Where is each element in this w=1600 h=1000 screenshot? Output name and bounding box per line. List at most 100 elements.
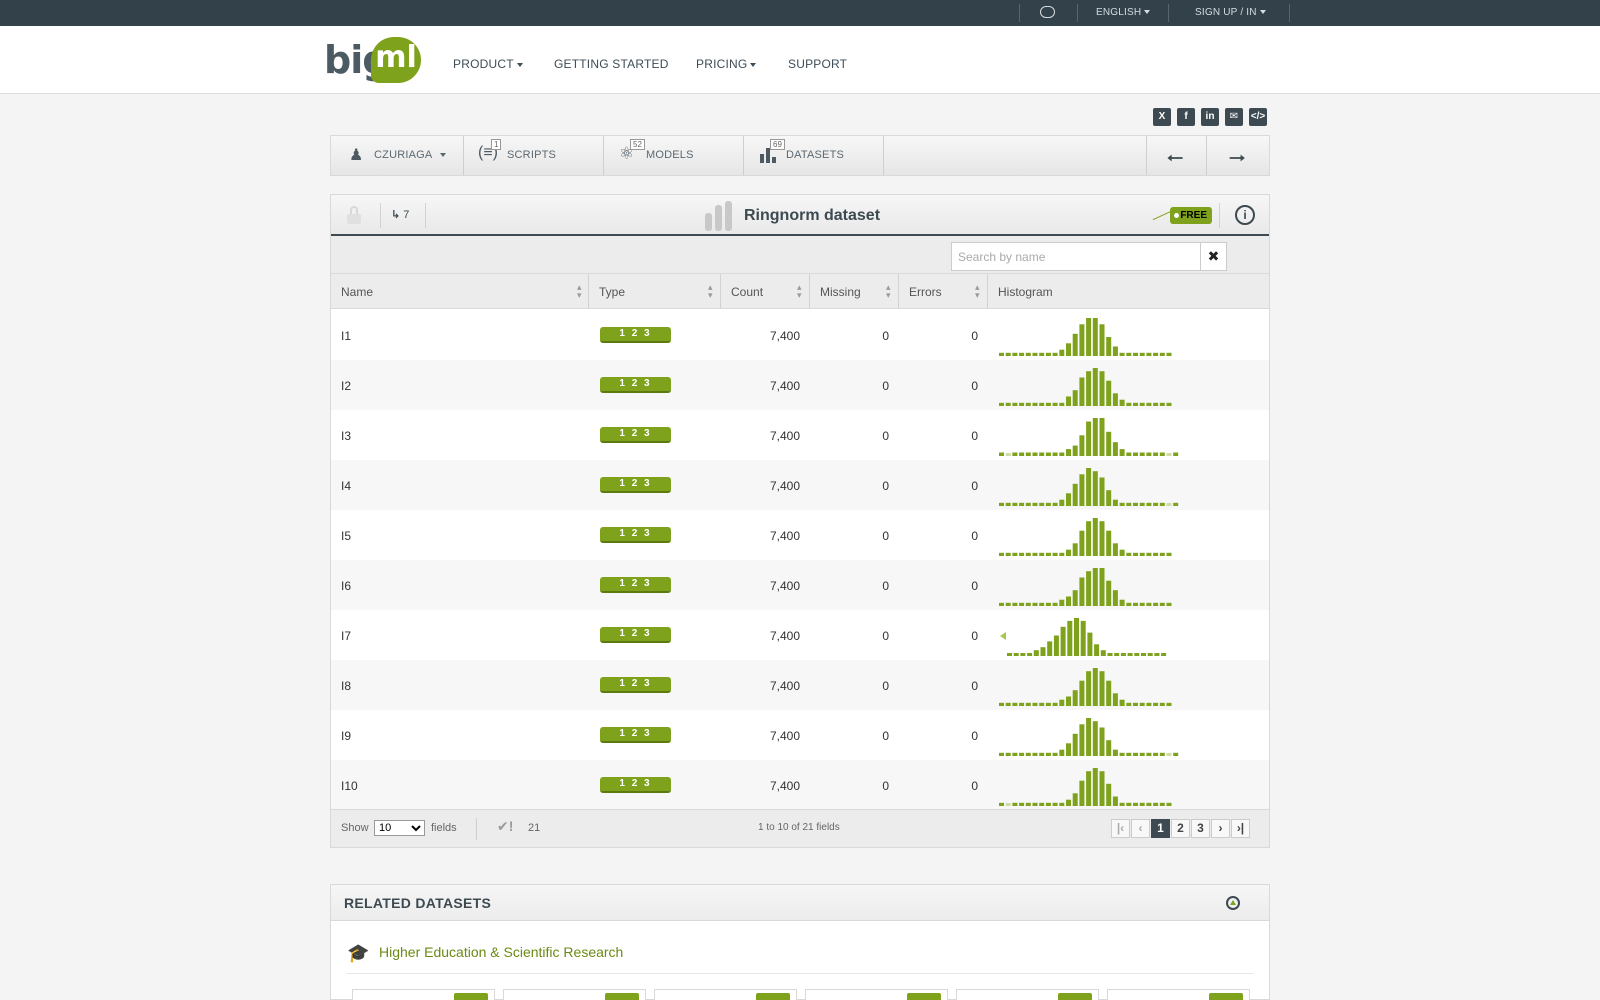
histogram-bar [1173,452,1179,456]
nav-pricing[interactable]: PRICING [696,57,757,71]
email-icon[interactable]: ✉ [1225,108,1243,126]
related-datasets-title: RELATED DATASETS [344,895,492,911]
previous-button[interactable]: 🠀 [1147,136,1206,175]
x-icon[interactable]: X [1153,108,1171,126]
histogram-bar [1027,653,1033,656]
histogram[interactable] [999,316,1179,356]
scripts-tab[interactable]: (≡) 1 SCRIPTS [464,136,603,175]
table-row[interactable]: I9 1 2 3 7,400 0 0 [331,710,1269,760]
histogram-bar [1092,471,1098,506]
facebook-icon[interactable]: f [1177,108,1195,126]
histogram-bar [1032,402,1038,406]
table-row[interactable]: I5 1 2 3 7,400 0 0 [331,510,1269,560]
histogram-bar [1106,380,1112,406]
histogram-bar [1059,349,1065,356]
histogram[interactable] [999,566,1179,606]
histogram[interactable] [999,616,1179,656]
histogram-bar [1019,802,1025,806]
clear-search-button[interactable]: ✖ [1200,242,1227,271]
clones-counter[interactable]: ↳ 7 [391,208,409,221]
table-row[interactable]: I3 1 2 3 7,400 0 0 [331,410,1269,460]
histogram[interactable] [999,766,1179,806]
sort-icon[interactable]: ▴ ▾ [577,283,582,300]
histogram-chart [999,718,1179,756]
next-page-button[interactable]: › [1211,819,1230,838]
language-menu[interactable]: ENGLISH [1096,7,1151,18]
histogram[interactable] [999,516,1179,556]
sort-icon[interactable]: ▴ ▾ [886,283,891,300]
chevron-down-icon [1259,10,1266,15]
histogram[interactable] [999,416,1179,456]
column-separator [588,274,589,309]
field-count: 7,400 [769,379,800,393]
page-3-button[interactable]: 3 [1191,819,1210,838]
linkedin-icon[interactable]: in [1201,108,1219,126]
nav-support[interactable]: SUPPORT [788,57,847,71]
histogram-bar [1146,352,1152,356]
column-header-count[interactable]: Count [731,285,763,299]
numeric-type-badge: 1 2 3 [600,727,671,743]
sort-icon[interactable]: ▴ ▾ [797,283,802,300]
histogram-bar [1012,702,1018,706]
models-tab[interactable]: ⚛ 52 MODELS [604,136,743,175]
field-name: I9 [341,729,352,743]
related-datasets-panel: RELATED DATASETS 🎓 Higher Education & Sc… [330,884,1270,1000]
histogram-bar [1086,468,1092,506]
field-missing: 0 [882,579,889,593]
column-header-errors[interactable]: Errors [909,285,942,299]
related-dataset-card[interactable] [503,989,646,1000]
last-page-button[interactable]: ›| [1231,819,1250,838]
related-dataset-card[interactable] [805,989,948,1000]
info-icon[interactable]: i [1235,205,1255,225]
related-dataset-card[interactable] [1107,989,1250,1000]
sign-up-in-menu[interactable]: SIGN UP / IN [1195,7,1266,18]
histogram-bar [1066,743,1071,756]
field-missing: 0 [882,329,889,343]
previous-page-button[interactable]: ‹ [1131,819,1150,838]
table-row[interactable]: I4 1 2 3 7,400 0 0 [331,460,1269,510]
related-dataset-card[interactable] [352,989,495,1000]
collapse-icon[interactable] [1226,896,1240,910]
user-menu[interactable]: ♟ CZURIAGA [331,136,463,175]
embed-icon[interactable]: </> [1249,108,1267,126]
datasets-tab[interactable]: 69 DATASETS [744,136,883,175]
table-row[interactable]: I2 1 2 3 7,400 0 0 [331,360,1269,410]
table-row[interactable]: I1 1 2 3 7,400 0 0 [331,310,1269,360]
next-button[interactable]: 🠂 [1207,136,1269,175]
histogram-bar [1072,483,1078,506]
preferred-fields-icon[interactable]: ✔! [497,818,513,835]
related-dataset-card[interactable] [956,989,1099,1000]
lock-icon[interactable] [347,206,361,224]
histogram-bar [1039,552,1045,556]
table-row[interactable]: I6 1 2 3 7,400 0 0 [331,560,1269,610]
nav-getting-started[interactable]: GETTING STARTED [554,57,669,71]
histogram[interactable] [999,466,1179,506]
histogram[interactable] [999,716,1179,756]
column-header-name[interactable]: Name [341,285,373,299]
related-dataset-card[interactable] [654,989,797,1000]
histogram-bar [1092,768,1098,806]
search-input[interactable] [951,242,1201,271]
nav-product[interactable]: PRODUCT [453,57,523,71]
column-header-type[interactable]: Type [599,285,625,299]
histogram-bar [1019,352,1025,356]
field-missing: 0 [882,429,889,443]
table-row[interactable]: I7 1 2 3 7,400 0 0 [331,610,1269,660]
column-header-missing[interactable]: Missing [820,285,861,299]
related-category-link[interactable]: Higher Education & Scientific Research [379,944,623,960]
page-size-select[interactable]: 10 [374,820,425,836]
histogram-bar [1019,752,1025,756]
sort-icon[interactable]: ▴ ▾ [708,283,713,300]
bigml-logo[interactable]: big ml [324,36,424,84]
first-page-button[interactable]: |‹ [1111,819,1130,838]
page-2-button[interactable]: 2 [1171,819,1190,838]
table-row[interactable]: I10 1 2 3 7,400 0 0 [331,760,1269,810]
page-1-button[interactable]: 1 [1151,819,1170,838]
histogram[interactable] [999,666,1179,706]
column-separator [809,274,810,309]
histogram-bar [1072,445,1078,456]
chat-icon[interactable] [1040,6,1055,18]
sort-icon[interactable]: ▴ ▾ [975,283,980,300]
histogram[interactable] [999,366,1179,406]
table-row[interactable]: I8 1 2 3 7,400 0 0 [331,660,1269,710]
